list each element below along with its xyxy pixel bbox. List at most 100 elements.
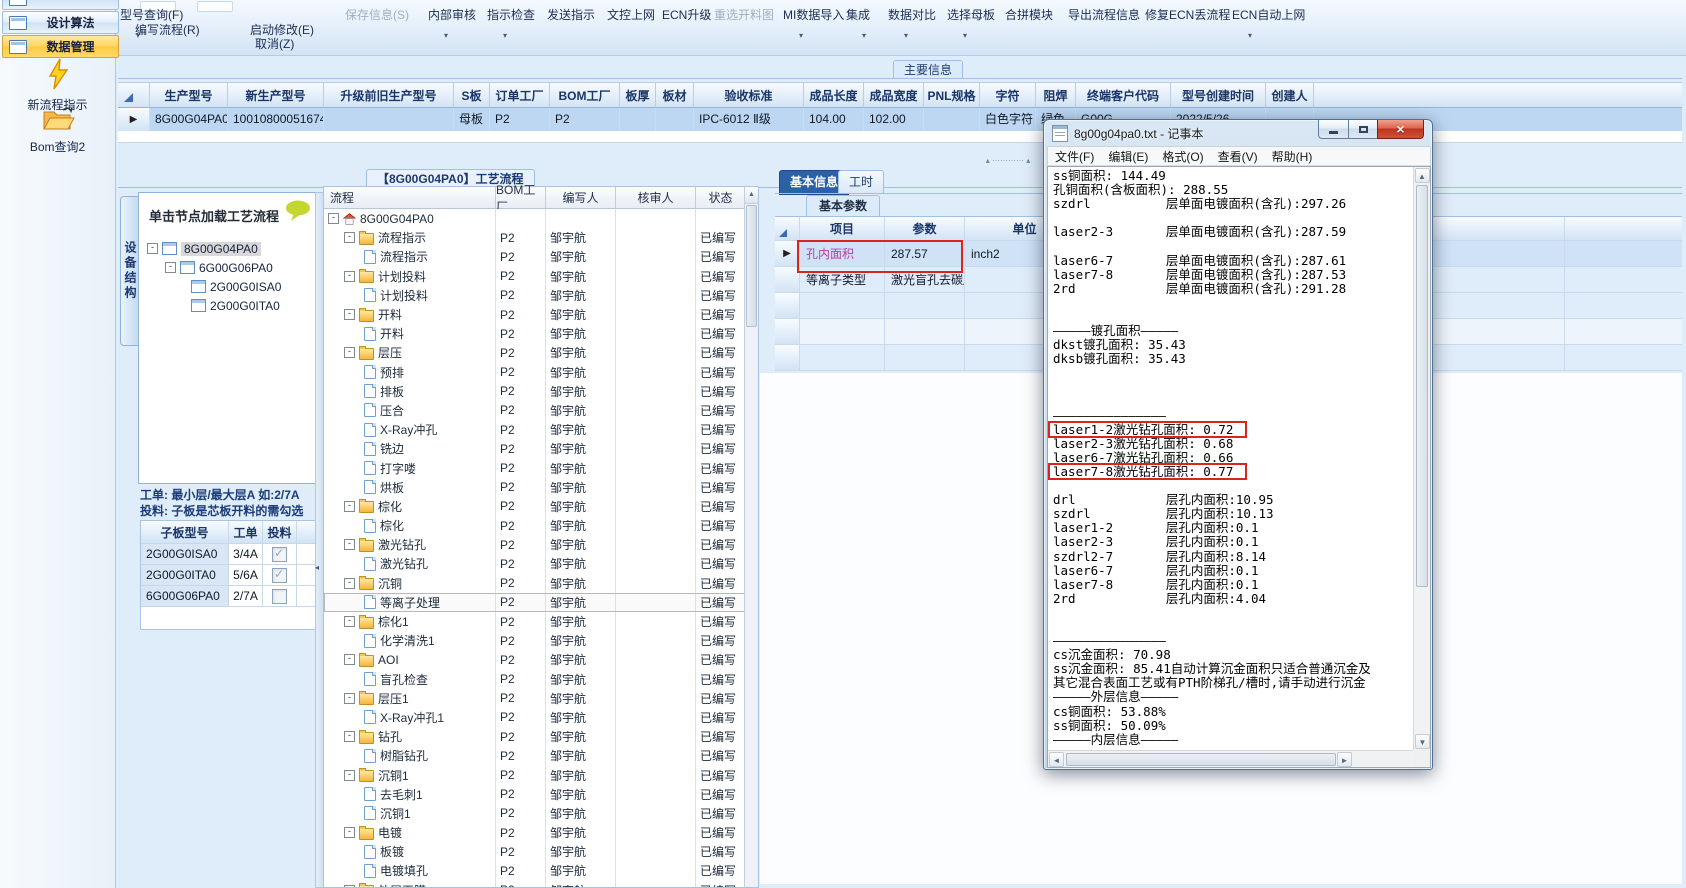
column-header[interactable]: 创建人 <box>1266 82 1314 108</box>
column-header[interactable]: 成品宽度 <box>864 82 924 108</box>
process-row[interactable]: 激光钻孔 P2 邹宇航 已编写 <box>324 554 745 574</box>
process-row[interactable]: 预排 P2 邹宇航 已编写 <box>324 362 745 382</box>
column-header[interactable]: 编写人 <box>546 187 616 209</box>
process-row[interactable]: - 外层干膜 P2邹宇航 已编写 <box>324 880 745 887</box>
dropdown-arrow-icon[interactable]: ▾ <box>1248 31 1252 40</box>
column-header[interactable]: BOM工厂 <box>496 183 546 214</box>
process-row[interactable]: - 棕化 P2 邹宇航 已编写 <box>324 496 745 516</box>
shortcut-bom-query2[interactable]: Bom查询2 <box>0 104 115 155</box>
column-header[interactable]: S板 <box>454 82 490 108</box>
process-row[interactable]: X-Ray冲孔 P2 邹宇航 已编写 <box>324 420 745 440</box>
scroll-left-icon[interactable]: ◄ <box>1049 751 1064 767</box>
column-header[interactable]: 成品长度 <box>804 82 864 108</box>
column-header[interactable]: BOM工厂 <box>550 82 620 108</box>
select-all-header[interactable] <box>118 82 150 108</box>
process-scrollbar[interactable]: ▲ <box>744 187 758 887</box>
column-header[interactable]: 工单 <box>229 521 263 543</box>
close-button[interactable]: × <box>1377 120 1424 139</box>
select-all-header[interactable] <box>775 217 800 241</box>
tree-node[interactable]: 2G00G0ITA0 <box>139 296 321 315</box>
process-row[interactable]: 打字喽 P2 邹宇航 已编写 <box>324 458 745 478</box>
process-row[interactable]: 烘板 P2 邹宇航 已编写 <box>324 477 745 497</box>
toolbar-button[interactable]: 指示检查 <box>487 6 535 23</box>
process-row[interactable]: - 激光钻孔 P2 邹宇航 已编写 <box>324 535 745 555</box>
feed-checkbox[interactable] <box>272 588 287 604</box>
column-header[interactable]: 字符 <box>980 82 1036 108</box>
toolbar-button[interactable]: 文控上网 <box>607 6 655 23</box>
collapse-icon[interactable]: - <box>344 616 355 628</box>
dropdown-arrow-icon[interactable]: ▾ <box>904 31 908 40</box>
process-row[interactable]: 铣边 P2 邹宇航 已编写 <box>324 439 745 459</box>
collapse-icon[interactable]: - <box>344 654 355 666</box>
menu-item[interactable]: 格式(O) <box>1155 148 1210 165</box>
minimize-button[interactable] <box>1318 120 1349 139</box>
column-header[interactable]: 阻焊 <box>1036 82 1076 108</box>
main-table-row-selected[interactable]: ▶ 8G00G04PA0 10010800051674 母板 P2 P2 IPC-6012 … <box>118 108 1682 132</box>
process-row[interactable]: 流程指示 P2 邹宇航 已编写 <box>324 247 745 267</box>
subboard-row[interactable]: 2G00G0ITA0 5/6A <box>141 565 321 586</box>
process-row[interactable]: - 流程指示 P2 邹宇航 已编写 <box>324 228 745 248</box>
column-header[interactable]: 投料 <box>263 521 297 543</box>
toolbar-button[interactable]: ECN升级 <box>662 6 711 23</box>
column-header[interactable]: PNL规格 <box>924 82 980 108</box>
tab-device-structure[interactable]: 设备结构 <box>120 196 139 346</box>
process-row[interactable]: 化学清洗1 P2 邹宇航 已编写 <box>324 631 745 651</box>
toolbar-button[interactable]: ECN自动上网 <box>1232 6 1305 23</box>
column-header[interactable]: 板材 <box>656 82 694 108</box>
column-header[interactable]: 型号创建时间 <box>1171 82 1266 108</box>
process-row[interactable]: 盲孔检查 P2 邹宇航 已编写 <box>324 669 745 689</box>
sidebar-item-partial[interactable] <box>2 0 119 10</box>
scroll-up-icon[interactable]: ▲ <box>1414 168 1430 183</box>
collapse-icon[interactable]: - <box>344 347 355 359</box>
collapse-icon[interactable]: - <box>344 827 355 839</box>
process-row[interactable]: - 沉铜 P2 邹宇航 已编写 <box>324 573 745 593</box>
column-header[interactable]: 终端客户代码 <box>1076 82 1171 108</box>
process-row[interactable]: - 钻孔 P2 邹宇航 已编写 <box>324 727 745 747</box>
subboard-row[interactable]: 6G00G06PA0 2/7A <box>141 586 321 607</box>
column-header[interactable]: 新生产型号 <box>228 82 324 108</box>
toolbar-button[interactable]: 选择母板 <box>947 6 995 23</box>
dropdown-arrow-icon[interactable]: ▾ <box>444 31 448 40</box>
toolbar-button[interactable]: 数据对比 <box>888 6 936 23</box>
collapse-icon[interactable]: - <box>344 692 355 704</box>
feed-checkbox[interactable] <box>272 546 287 562</box>
column-header[interactable]: 项目 <box>800 217 885 241</box>
scroll-up-icon[interactable]: ▲ <box>745 187 758 204</box>
collapse-icon[interactable]: - <box>344 577 355 589</box>
dropdown-arrow-icon[interactable]: ▾ <box>862 31 866 40</box>
process-row[interactable]: 计划投料 P2 邹宇航 已编写 <box>324 285 745 305</box>
scrollbar-thumb[interactable] <box>746 205 757 327</box>
column-header[interactable]: 板厚 <box>620 82 656 108</box>
process-row[interactable]: - 8G00G04PA0 <box>324 209 745 229</box>
column-header[interactable]: 流程 <box>324 187 496 209</box>
toolbar-button[interactable]: 保存信息(S) <box>345 6 409 23</box>
collapse-icon[interactable]: - <box>165 262 176 273</box>
maximize-button[interactable] <box>1348 120 1378 139</box>
collapse-left-icon[interactable]: ◂ <box>315 563 319 572</box>
process-row-selected[interactable]: 等离子处理 P2 邹宇航 已编写 <box>324 592 745 612</box>
column-header[interactable]: 升级前旧生产型号 <box>324 82 454 108</box>
sidebar-item-data-management[interactable]: 数据管理 <box>2 35 119 58</box>
collapse-icon[interactable]: - <box>344 309 355 321</box>
process-row[interactable]: - 开料 P2 邹宇航 已编写 <box>324 304 745 325</box>
process-row[interactable]: 树脂钻孔 P2 邹宇航 已编写 <box>324 746 745 766</box>
toolbar-button[interactable]: 编写流程(R) <box>135 21 200 38</box>
collapse-icon[interactable]: - <box>344 769 355 781</box>
toolbar-button[interactable]: 重选开料图 <box>714 6 774 23</box>
process-row[interactable]: 棕化 P2 邹宇航 已编写 <box>324 516 745 536</box>
column-header[interactable]: 状态 <box>696 187 746 209</box>
process-row[interactable]: - AOI P2 邹宇航 已编写 <box>324 650 745 670</box>
tree-node[interactable]: 2G00G0ISA0 <box>139 277 321 296</box>
menu-item[interactable]: 文件(F) <box>1048 148 1101 165</box>
toolbar-button[interactable]: 合拼模块 <box>1005 6 1053 23</box>
dropdown-arrow-icon[interactable]: ▾ <box>503 31 507 40</box>
collapse-icon[interactable]: - <box>344 500 355 512</box>
column-header[interactable]: 生产型号 <box>150 82 228 108</box>
feed-checkbox[interactable] <box>272 567 287 583</box>
subboard-row[interactable]: 2G00G0ISA0 3/4A <box>141 544 321 565</box>
horizontal-scrollbar[interactable]: ◄ ► <box>1048 750 1413 767</box>
process-row[interactable]: - 沉铜1 P2 邹宇航 已编写 <box>324 765 745 785</box>
column-header[interactable]: 核审人 <box>616 187 696 209</box>
toolbar-button[interactable]: 导出流程信息 <box>1068 6 1140 23</box>
process-row[interactable]: - 层压 P2 邹宇航 已编写 <box>324 343 745 363</box>
